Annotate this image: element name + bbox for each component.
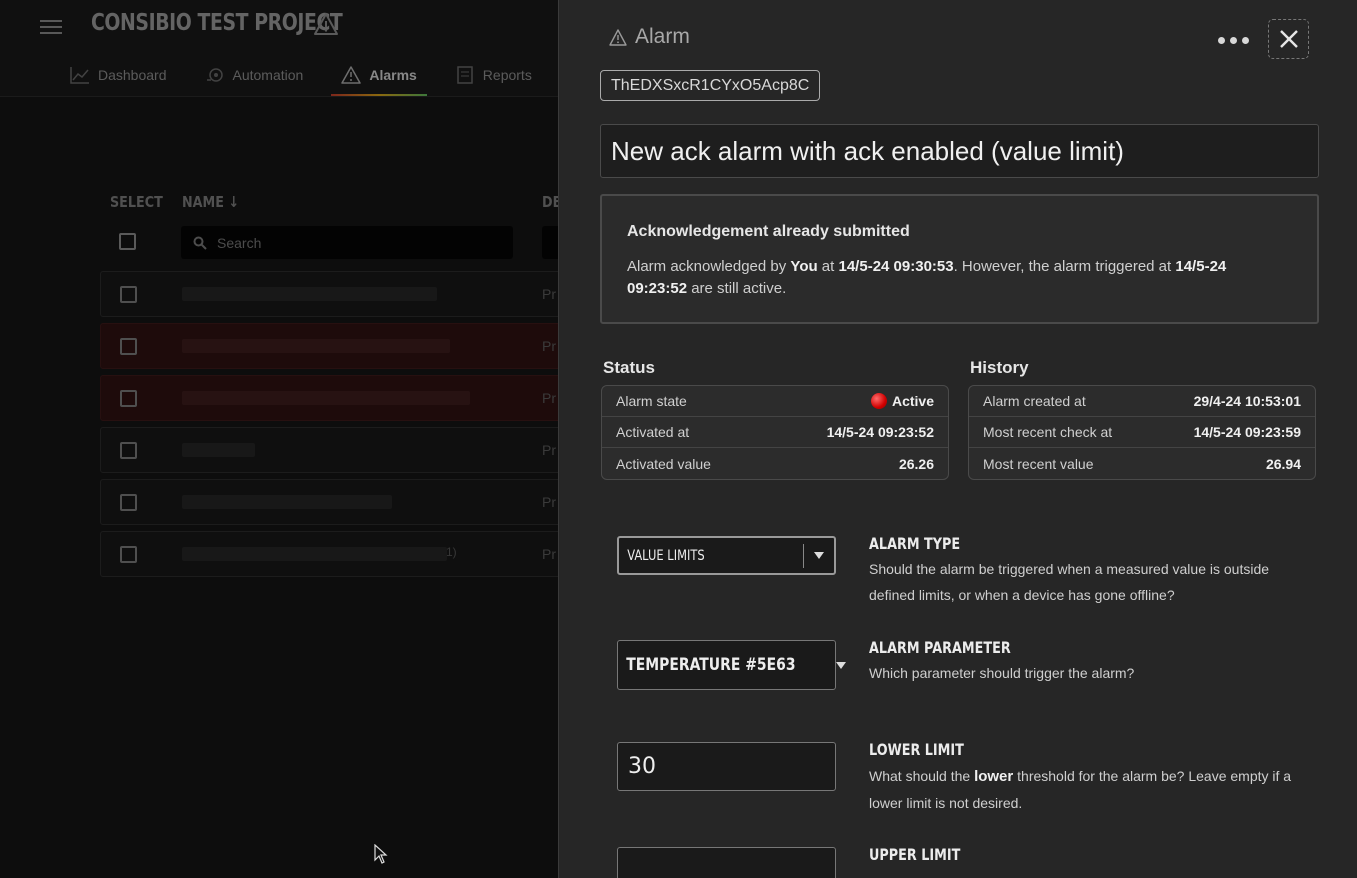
upper-limit-input[interactable] (618, 848, 835, 878)
close-icon (1279, 30, 1298, 48)
status-key: Activated value (616, 455, 711, 472)
history-key: Most recent value (983, 455, 1094, 472)
drawer-title: Alarm (609, 25, 690, 49)
chevron-down-icon[interactable] (804, 551, 834, 560)
mouse-cursor-icon (374, 844, 388, 864)
ack-time: 14/5-24 09:30:53 (838, 258, 954, 275)
modal-overlay[interactable] (0, 0, 558, 878)
upper-limit-field (617, 847, 836, 878)
alarm-type-value: VALUE LIMITS (627, 547, 705, 564)
acknowledgement-notice: Acknowledgement already submitted Alarm … (600, 194, 1319, 324)
close-button[interactable] (1268, 19, 1309, 59)
status-table: Alarm state Active Activated at 14/5-24 … (601, 385, 949, 480)
more-options-icon[interactable] (1215, 30, 1251, 50)
history-row-created-at: Alarm created at 29/4-24 10:53:01 (969, 386, 1315, 417)
alarm-type-description: Should the alarm be triggered when a mea… (869, 561, 1270, 603)
alarm-parameter-value: TEMPERATURE #5E63 (626, 655, 796, 675)
lower-limit-input[interactable] (618, 743, 835, 790)
ack-notice-text: Alarm acknowledged by You at 14/5-24 09:… (627, 256, 1287, 300)
history-section-title: History (970, 358, 1029, 377)
lower-limit-field (617, 742, 836, 791)
alarm-id-badge: ThEDXSxcR1CYxO5Acp8C (600, 70, 821, 101)
history-row-recent-check: Most recent check at 14/5-24 09:23:59 (969, 417, 1315, 448)
lower-limit-description: What should the lower threshold for the … (869, 763, 1309, 816)
warning-icon (609, 28, 627, 46)
chevron-down-icon[interactable] (835, 661, 847, 670)
ack-text-part: are still active. (687, 280, 787, 297)
alarm-parameter-label: ALARM PARAMETER (869, 638, 1011, 657)
upper-limit-label: UPPER LIMIT (869, 845, 961, 864)
alarm-parameter-description: Which parameter should trigger the alarm… (869, 665, 1135, 681)
ack-text-part: . However, the alarm triggered at (953, 258, 1176, 275)
active-status-dot-icon (870, 393, 887, 409)
status-row-activated-at: Activated at 14/5-24 09:23:52 (602, 417, 948, 448)
alarm-state-value: Active (891, 393, 934, 409)
status-row-alarm-state: Alarm state Active (602, 386, 948, 417)
desc-part: What should the (869, 768, 975, 784)
status-value: Active (870, 393, 934, 409)
alarm-drawer: Alarm ThEDXSxcR1CYxO5Acp8C Acknowledgeme… (558, 0, 1357, 878)
ack-user: You (790, 258, 818, 275)
status-row-activated-value: Activated value 26.26 (602, 448, 948, 479)
history-row-recent-value: Most recent value 26.94 (969, 448, 1315, 479)
history-table: Alarm created at 29/4-24 10:53:01 Most r… (968, 385, 1316, 480)
status-value: 26.26 (898, 455, 934, 472)
ack-text-part: Alarm acknowledged by (627, 258, 791, 275)
status-value: 14/5-24 09:23:52 (826, 424, 934, 440)
history-key: Most recent check at (983, 424, 1113, 440)
status-section-title: Status (603, 358, 655, 377)
lower-emphasis: lower (974, 768, 1014, 785)
alarm-type-select[interactable]: VALUE LIMITS (617, 536, 836, 575)
alarm-type-label: ALARM TYPE (869, 534, 961, 553)
ack-text-part: at (817, 258, 839, 275)
ack-notice-title: Acknowledgement already submitted (627, 223, 910, 240)
history-key: Alarm created at (983, 393, 1086, 409)
alarm-parameter-select[interactable]: TEMPERATURE #5E63 (617, 640, 846, 690)
alarm-name-input[interactable] (600, 124, 1319, 178)
lower-limit-label: LOWER LIMIT (869, 740, 964, 759)
history-value: 26.94 (1265, 455, 1301, 472)
status-key: Activated at (616, 424, 690, 440)
drawer-title-text: Alarm (635, 25, 690, 48)
status-key: Alarm state (616, 393, 687, 409)
history-value: 14/5-24 09:23:59 (1193, 424, 1301, 440)
history-value: 29/4-24 10:53:01 (1193, 393, 1301, 409)
